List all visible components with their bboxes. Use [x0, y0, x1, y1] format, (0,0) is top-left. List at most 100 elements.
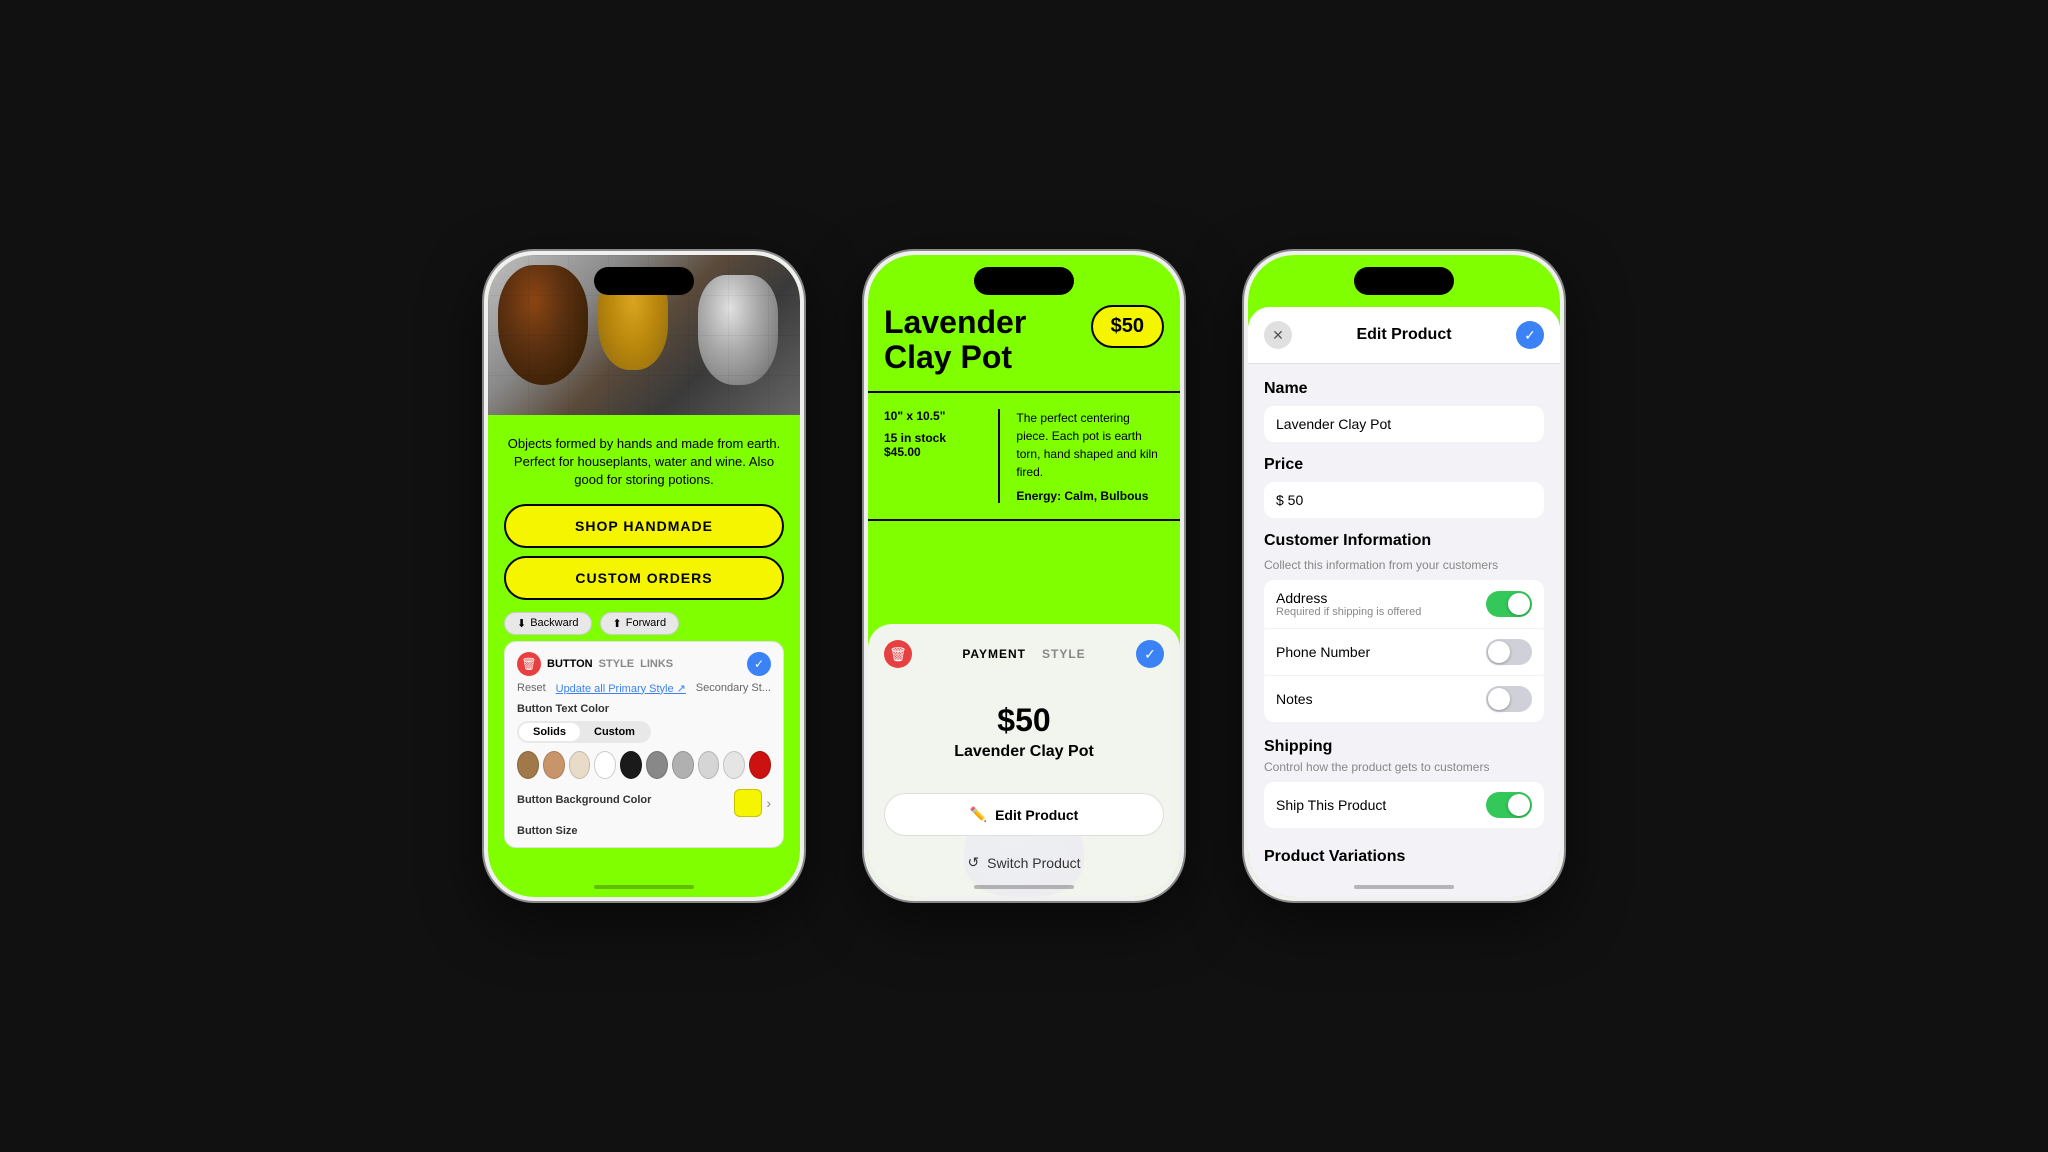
swatch-gray3[interactable] [698, 751, 720, 779]
customer-info-label: Customer Information [1264, 532, 1544, 550]
product-title: LavenderClay Pot [884, 305, 1026, 375]
payment-modal: 🗑 PAYMENT STYLE ✓ $50 Lavender Clay Pot … [868, 624, 1180, 897]
shipping-subtitle: Control how the product gets to customer… [1264, 760, 1544, 774]
notes-toggle[interactable] [1486, 686, 1532, 712]
switch-product-button[interactable]: ↺ Switch Product [884, 844, 1164, 881]
swatch-brown2[interactable] [543, 751, 565, 779]
home-indicator-1 [594, 885, 694, 889]
ship-toggle[interactable] [1486, 792, 1532, 818]
shop-handmade-button[interactable]: SHOP HANDMADE [504, 504, 784, 548]
save-button[interactable]: ✓ [1516, 321, 1544, 349]
modal-title: Edit Product [1356, 326, 1451, 344]
swatch-red[interactable] [749, 751, 771, 779]
swatch-white[interactable] [594, 751, 616, 779]
custom-orders-button[interactable]: CUSTOM ORDERS [504, 556, 784, 600]
stock-info: 15 in stock $45.00 [884, 431, 982, 459]
stock-price: $45.00 [884, 445, 921, 459]
product-variations-label: Product Variations [1264, 844, 1544, 866]
backward-label: Backward [530, 617, 578, 629]
reset-label[interactable]: Reset [517, 682, 546, 694]
phone-toggle[interactable] [1486, 639, 1532, 665]
home-indicator-3 [1354, 885, 1454, 889]
swatch-brown1[interactable] [517, 751, 539, 779]
home-indicator-2 [974, 885, 1074, 889]
payment-body: $50 Lavender Clay Pot [884, 682, 1164, 793]
swatch-gray4[interactable] [723, 751, 745, 779]
phone-toggle-row: Phone Number [1264, 629, 1544, 675]
tab-style[interactable]: STYLE [599, 658, 634, 670]
phone1-screen: Objects formed by hands and made from ea… [488, 255, 800, 897]
bg-color-row: Button Background Color › [517, 789, 771, 817]
style-panel: 🗑 BUTTON STYLE LINKS ✓ Reset Update all … [504, 641, 784, 848]
swatch-gray1[interactable] [646, 751, 668, 779]
backward-icon: ⬇ [517, 617, 526, 630]
address-sub-label: Required if shipping is offered [1276, 606, 1421, 618]
swatch-black[interactable] [620, 751, 642, 779]
bg-color-label: Button Background Color [517, 794, 651, 806]
tab-style-2[interactable]: STYLE [1042, 647, 1086, 661]
confirm-button[interactable]: ✓ [747, 652, 771, 676]
switch-product-label: Switch Product [987, 855, 1080, 871]
edit-icon: ✏️ [970, 806, 987, 823]
energy-info: Energy: Calm, Bulbous [1016, 489, 1164, 503]
modal-header: ✕ Edit Product ✓ [1248, 307, 1560, 364]
shipping-section: Shipping Control how the product gets to… [1264, 738, 1544, 828]
tab-links[interactable]: LINKS [640, 658, 673, 670]
notes-toggle-row: Notes [1264, 676, 1544, 722]
address-toggle[interactable] [1486, 591, 1532, 617]
color-swatches [517, 751, 771, 779]
chevron-right-icon: › [766, 795, 771, 811]
phone3-screen: ✕ Edit Product ✓ Name Lavender Clay Pot … [1248, 255, 1560, 897]
secondary-label[interactable]: Secondary St... [696, 682, 771, 694]
modal-body: Name Lavender Clay Pot Price $ 50 Custom… [1248, 364, 1560, 882]
tab-payment[interactable]: PAYMENT [962, 647, 1026, 661]
payment-delete-icon[interactable]: 🗑 [884, 640, 912, 668]
backward-button[interactable]: ⬇ Backward [504, 612, 592, 635]
forward-label: Forward [626, 617, 666, 629]
dynamic-island-2 [974, 267, 1074, 295]
product-details: 10" x 10.5" 15 in stock $45.00 The perfe… [868, 393, 1180, 521]
edit-product-label: Edit Product [995, 807, 1078, 823]
ship-product-label: Ship This Product [1276, 797, 1386, 813]
product-description-2: The perfect centering piece. Each pot is… [1016, 409, 1164, 481]
price-section-label: Price [1264, 456, 1544, 474]
tab-button[interactable]: BUTTON [547, 658, 593, 670]
address-toggle-row: Address Required if shipping is offered [1264, 580, 1544, 628]
edit-product-modal: ✕ Edit Product ✓ Name Lavender Clay Pot … [1248, 307, 1560, 897]
name-input[interactable]: Lavender Clay Pot [1264, 406, 1544, 442]
phone-1: Objects formed by hands and made from ea… [484, 251, 804, 901]
delete-button[interactable]: 🗑 [517, 652, 541, 676]
ship-toggle-row: Ship This Product [1264, 782, 1544, 828]
editor-toolbar: ⬇ Backward ⬆ Forward [504, 608, 784, 641]
customer-info-subtitle: Collect this information from your custo… [1264, 558, 1544, 572]
color-tabs: Solids Custom [517, 721, 651, 743]
swatch-cream[interactable] [569, 751, 591, 779]
btn-text-color-label: Button Text Color [517, 703, 771, 715]
switch-icon: ↺ [967, 854, 979, 871]
customer-info-section: Customer Information Collect this inform… [1264, 532, 1544, 722]
forward-button[interactable]: ⬆ Forward [600, 612, 680, 635]
dynamic-island-3 [1354, 267, 1454, 295]
payment-confirm-button[interactable]: ✓ [1136, 640, 1164, 668]
stock-qty: 15 in stock [884, 431, 946, 445]
phone2-screen: LavenderClay Pot $50 10" x 10.5" 15 in s… [868, 255, 1180, 897]
dynamic-island-1 [594, 267, 694, 295]
tab-solids[interactable]: Solids [519, 723, 580, 741]
phone-2: LavenderClay Pot $50 10" x 10.5" 15 in s… [864, 251, 1184, 901]
name-section-label: Name [1264, 380, 1544, 398]
tab-custom[interactable]: Custom [580, 723, 649, 741]
edit-product-button[interactable]: ✏️ Edit Product [884, 793, 1164, 836]
forward-icon: ⬆ [613, 617, 622, 630]
phone-3: ✕ Edit Product ✓ Name Lavender Clay Pot … [1244, 251, 1564, 901]
price-badge: $50 [1091, 305, 1164, 348]
dimensions: 10" x 10.5" [884, 409, 982, 423]
bg-swatch[interactable] [734, 789, 762, 817]
price-input[interactable]: $ 50 [1264, 482, 1544, 518]
btn-size-label: Button Size [517, 825, 771, 837]
close-button[interactable]: ✕ [1264, 321, 1292, 349]
payment-product-name: Lavender Clay Pot [884, 743, 1164, 761]
phone-label: Phone Number [1276, 644, 1370, 660]
payment-price: $50 [884, 702, 1164, 739]
swatch-gray2[interactable] [672, 751, 694, 779]
update-primary-link[interactable]: Update all Primary Style ↗ [556, 682, 686, 695]
